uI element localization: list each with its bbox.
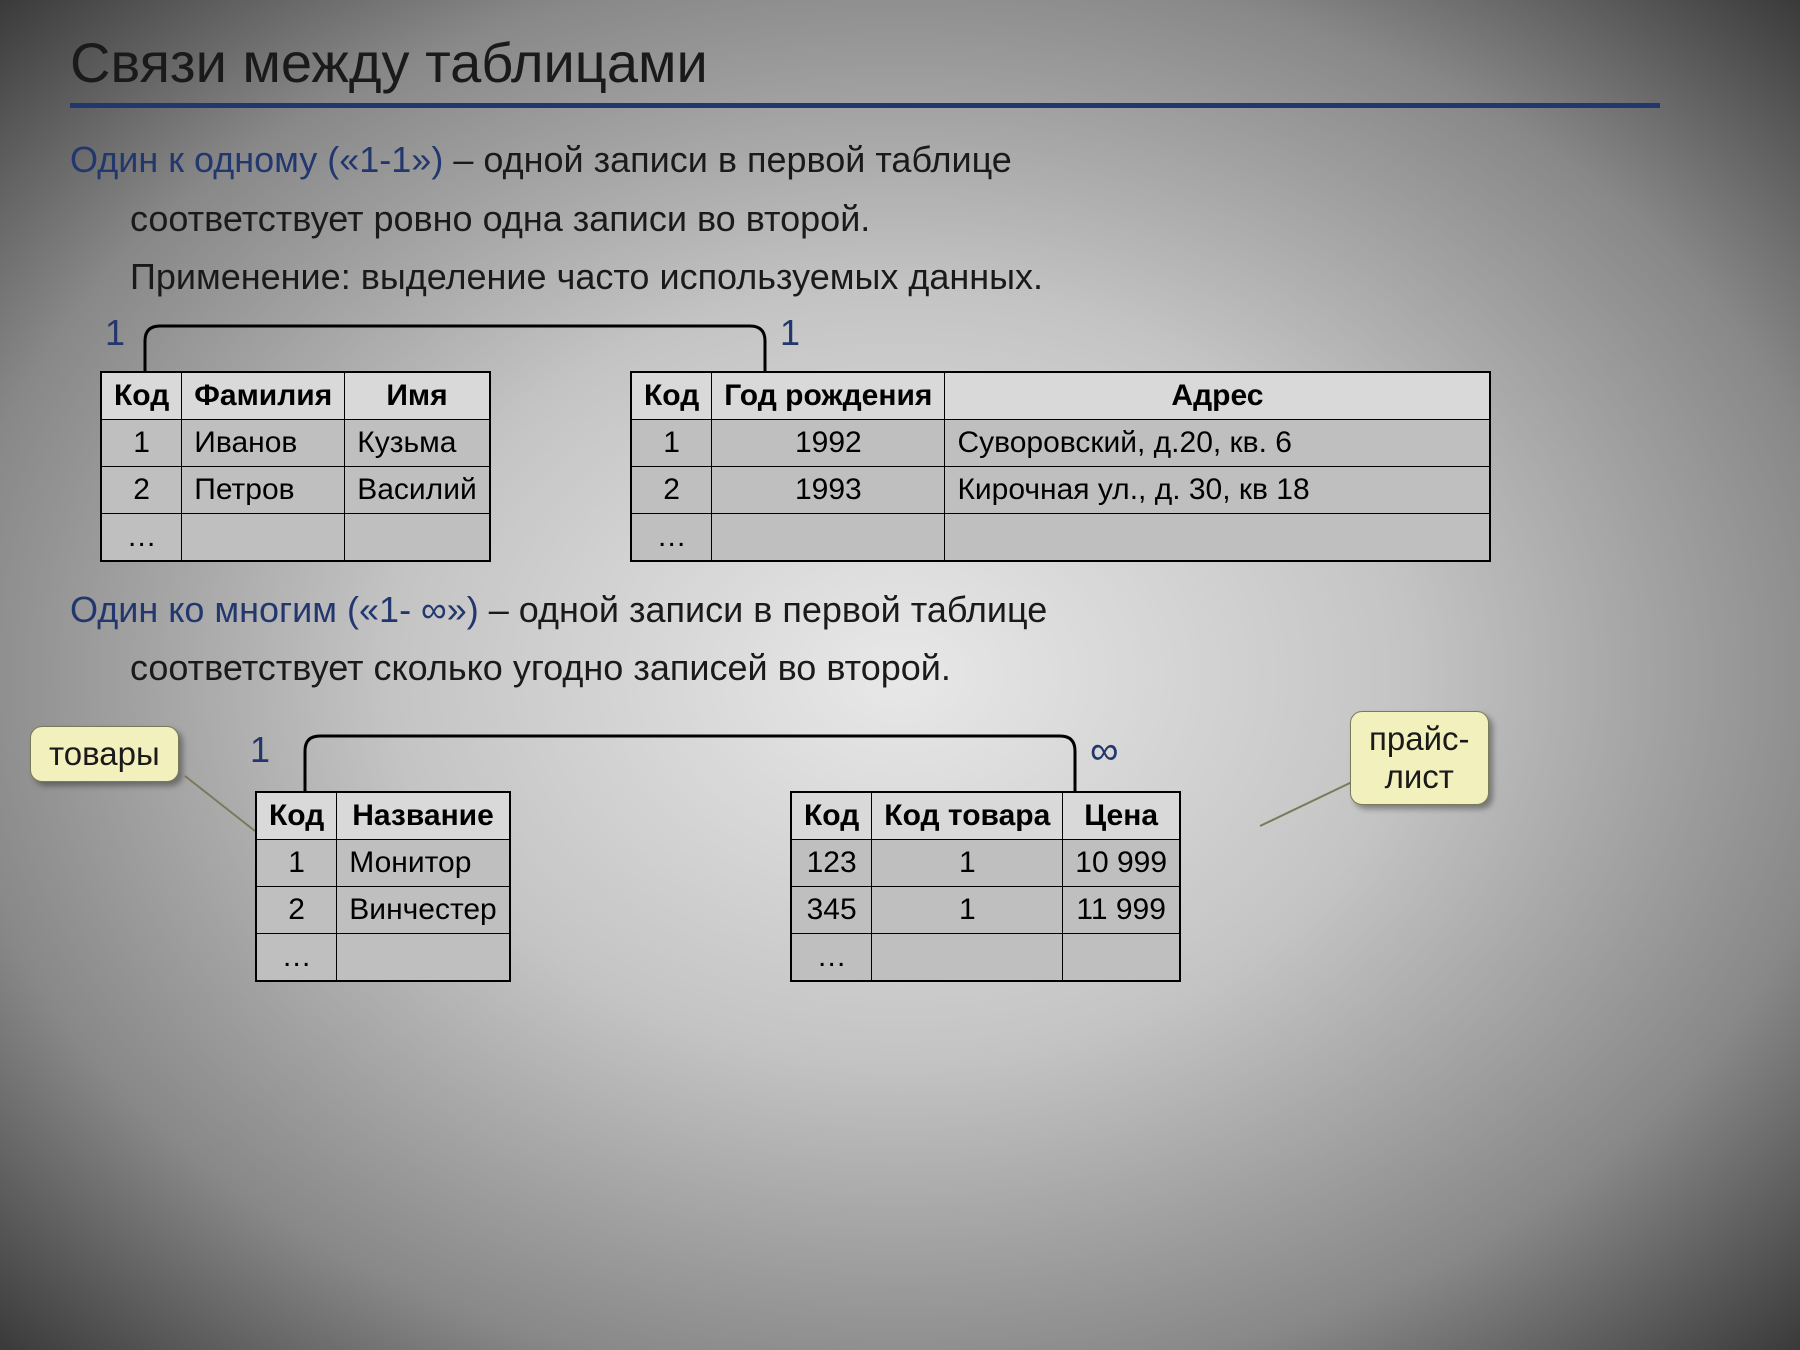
table-cell: Кирочная ул., д. 30, кв 18 xyxy=(945,466,1491,513)
col-firstname: Имя xyxy=(345,372,490,420)
table-cell: … xyxy=(791,933,872,981)
table-cell xyxy=(1063,933,1180,981)
table-cell xyxy=(872,933,1063,981)
one-to-one-intro: Один к одному («1-1») – одной записи в п… xyxy=(70,136,1730,185)
col-code: Код xyxy=(631,372,712,420)
person-details-table: КодГод рожденияАдрес 11992Суворовский, д… xyxy=(630,371,1491,562)
table-cell xyxy=(945,513,1491,561)
table-cell: 2 xyxy=(631,466,712,513)
cardinality-right-1: 1 xyxy=(780,312,800,354)
one-to-many-block: товары прайс- лист 1 ∞ КодНазвание 1Мони… xyxy=(70,711,1730,1021)
page-title: Связи между таблицами xyxy=(70,30,1730,95)
callout-goods: товары xyxy=(30,726,179,782)
cardinality-left-2: 1 xyxy=(250,729,270,771)
table-cell: Суворовский, д.20, кв. 6 xyxy=(945,419,1491,466)
table-cell xyxy=(337,933,510,981)
persons-table: КодФамилияИмя 1ИвановКузьма 2ПетровВасил… xyxy=(100,371,491,562)
col-price: Цена xyxy=(1063,792,1180,840)
table-cell: Кузьма xyxy=(345,419,490,466)
col-lastname: Фамилия xyxy=(182,372,345,420)
col-birthyear: Год рождения xyxy=(712,372,945,420)
table-cell: Иванов xyxy=(182,419,345,466)
col-address: Адрес xyxy=(945,372,1491,420)
callout-pricelist: прайс- лист xyxy=(1350,711,1489,805)
table-cell: 11 999 xyxy=(1063,886,1180,933)
table-cell: 345 xyxy=(791,886,872,933)
table-cell: … xyxy=(631,513,712,561)
table-cell: Винчестер xyxy=(337,886,510,933)
one-to-one-block: 1 1 КодФамилияИмя 1ИвановКузьма 2ПетровВ… xyxy=(70,316,1730,586)
table-cell: 1 xyxy=(872,886,1063,933)
table-cell xyxy=(182,513,345,561)
one-to-one-line2: соответствует ровно одна записи во второ… xyxy=(130,195,1730,244)
col-code: Код xyxy=(101,372,182,420)
title-rule xyxy=(70,103,1660,108)
col-code: Код xyxy=(256,792,337,840)
table-cell: 1 xyxy=(872,839,1063,886)
one-to-one-rest: – одной записи в первой таблице xyxy=(443,139,1012,180)
one-to-many-rest: – одной записи в первой таблице xyxy=(479,589,1048,630)
table-cell: 2 xyxy=(101,466,182,513)
cardinality-right-2: ∞ xyxy=(1090,729,1119,774)
table-cell xyxy=(712,513,945,561)
table-cell: 2 xyxy=(256,886,337,933)
table-cell: Василий xyxy=(345,466,490,513)
cardinality-left-1: 1 xyxy=(105,312,125,354)
one-to-many-intro: Один ко многим («1- ∞») – одной записи в… xyxy=(70,586,1730,635)
pricelist-table: КодКод товараЦена 123110 999 345111 999 … xyxy=(790,791,1181,982)
table-cell: … xyxy=(101,513,182,561)
table-cell: 1993 xyxy=(712,466,945,513)
table-cell: 1 xyxy=(631,419,712,466)
table-cell: 1992 xyxy=(712,419,945,466)
one-to-one-line3: Применение: выделение часто используемых… xyxy=(130,253,1730,302)
goods-table: КодНазвание 1Монитор 2Винчестер … xyxy=(255,791,511,982)
table-cell: Монитор xyxy=(337,839,510,886)
table-cell xyxy=(345,513,490,561)
one-to-many-line2: соответствует сколько угодно записей во … xyxy=(130,644,1730,693)
table-cell: 123 xyxy=(791,839,872,886)
table-cell: Петров xyxy=(182,466,345,513)
table-cell: 1 xyxy=(101,419,182,466)
col-good-code: Код товара xyxy=(872,792,1063,840)
one-to-many-lead: Один ко многим («1- ∞») xyxy=(70,589,479,630)
col-code: Код xyxy=(791,792,872,840)
col-name: Название xyxy=(337,792,510,840)
one-to-one-lead: Один к одному («1-1») xyxy=(70,139,443,180)
table-cell: 10 999 xyxy=(1063,839,1180,886)
table-cell: 1 xyxy=(256,839,337,886)
table-cell: … xyxy=(256,933,337,981)
